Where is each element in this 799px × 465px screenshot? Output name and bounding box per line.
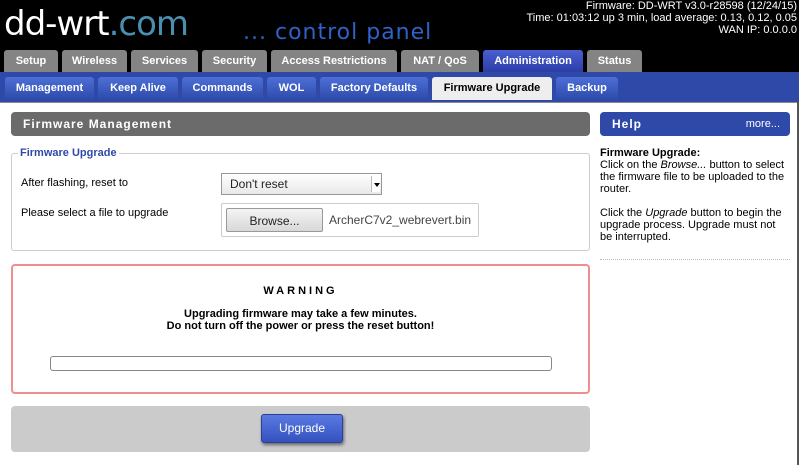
subtab-firmware-upgrade[interactable]: Firmware Upgrade: [432, 77, 552, 100]
selected-file-name: ArcherC7v2_webrevert.bin: [329, 213, 472, 227]
tab-wireless[interactable]: Wireless: [62, 50, 127, 72]
help-title-bar: Help more...: [600, 112, 790, 136]
action-bar: Upgrade: [11, 406, 590, 452]
help-title: Help: [612, 117, 643, 131]
help-p1-a: Click on the: [600, 159, 661, 171]
firmware-info: Firmware: DD-WRT v3.0-r28598 (12/24/15) …: [527, 0, 798, 36]
ddwrt-logo[interactable]: dd-wrt.com: [4, 4, 189, 44]
warning-line-2: Do not turn off the power or press the r…: [166, 320, 435, 332]
main-tabs: Setup Wireless Services Security Access …: [0, 48, 799, 72]
help-p1-em: Browse...: [660, 159, 707, 171]
subtab-management[interactable]: Management: [5, 77, 94, 100]
browse-button[interactable]: Browse...: [226, 208, 323, 232]
warning-box: WARNING Upgrading firmware may take a fe…: [11, 264, 590, 394]
help-p2-em: Upgrade: [645, 207, 688, 219]
tab-nat-qos[interactable]: NAT / QoS: [401, 50, 479, 72]
sub-tabs: Management Keep Alive Commands WOL Facto…: [0, 72, 799, 103]
upgrade-button[interactable]: Upgrade: [261, 414, 343, 443]
logo-dd: dd-wrt: [4, 4, 110, 44]
tab-administration[interactable]: Administration: [483, 50, 583, 72]
subtab-commands[interactable]: Commands: [182, 77, 263, 100]
help-body: Firmware Upgrade: Click on the Browse...…: [600, 147, 790, 255]
upgrade-progress-bar: [50, 356, 552, 371]
warning-line-1: Upgrading firmware may take a few minute…: [184, 308, 417, 320]
reset-select[interactable]: Don't reset: [221, 173, 382, 195]
help-separator: [600, 259, 790, 260]
subtab-factory-defaults[interactable]: Factory Defaults: [320, 77, 428, 100]
control-panel-tagline: ... control panel: [243, 20, 433, 45]
fieldset-legend: Firmware Upgrade: [18, 147, 119, 159]
subtab-wol[interactable]: WOL: [267, 77, 316, 100]
firmware-version: Firmware: DD-WRT v3.0-r28598 (12/24/15): [585, 0, 797, 12]
help-heading: Firmware Upgrade:: [600, 147, 701, 159]
tab-status[interactable]: Status: [587, 50, 642, 72]
tab-access-restrictions[interactable]: Access Restrictions: [271, 50, 397, 72]
reset-label: After flashing, reset to: [21, 177, 128, 189]
dropdown-arrow-icon: [371, 176, 380, 192]
header: dd-wrt.com ... control panel Firmware: D…: [0, 0, 799, 48]
uptime-load: Time: 01:03:12 up 3 min, load average: 0…: [526, 12, 798, 24]
firmware-upgrade-fieldset: Firmware Upgrade After flashing, reset t…: [11, 147, 590, 251]
reset-select-value: Don't reset: [230, 177, 288, 191]
firmware-management-title: Firmware Management: [11, 112, 590, 136]
tab-security[interactable]: Security: [202, 50, 267, 72]
help-more-link[interactable]: more...: [746, 112, 780, 136]
subtab-backup[interactable]: Backup: [556, 77, 618, 100]
subtab-keep-alive[interactable]: Keep Alive: [98, 77, 178, 100]
warning-title: WARNING: [263, 285, 338, 297]
file-label: Please select a file to upgrade: [21, 207, 169, 219]
tab-setup[interactable]: Setup: [4, 50, 58, 72]
file-input[interactable]: Browse... ArcherC7v2_webrevert.bin: [221, 203, 479, 237]
tab-services[interactable]: Services: [131, 50, 198, 72]
help-p2-a: Click the: [600, 207, 646, 219]
logo-com: .com: [108, 4, 189, 44]
wan-ip: WAN IP: 0.0.0.0: [718, 24, 797, 36]
